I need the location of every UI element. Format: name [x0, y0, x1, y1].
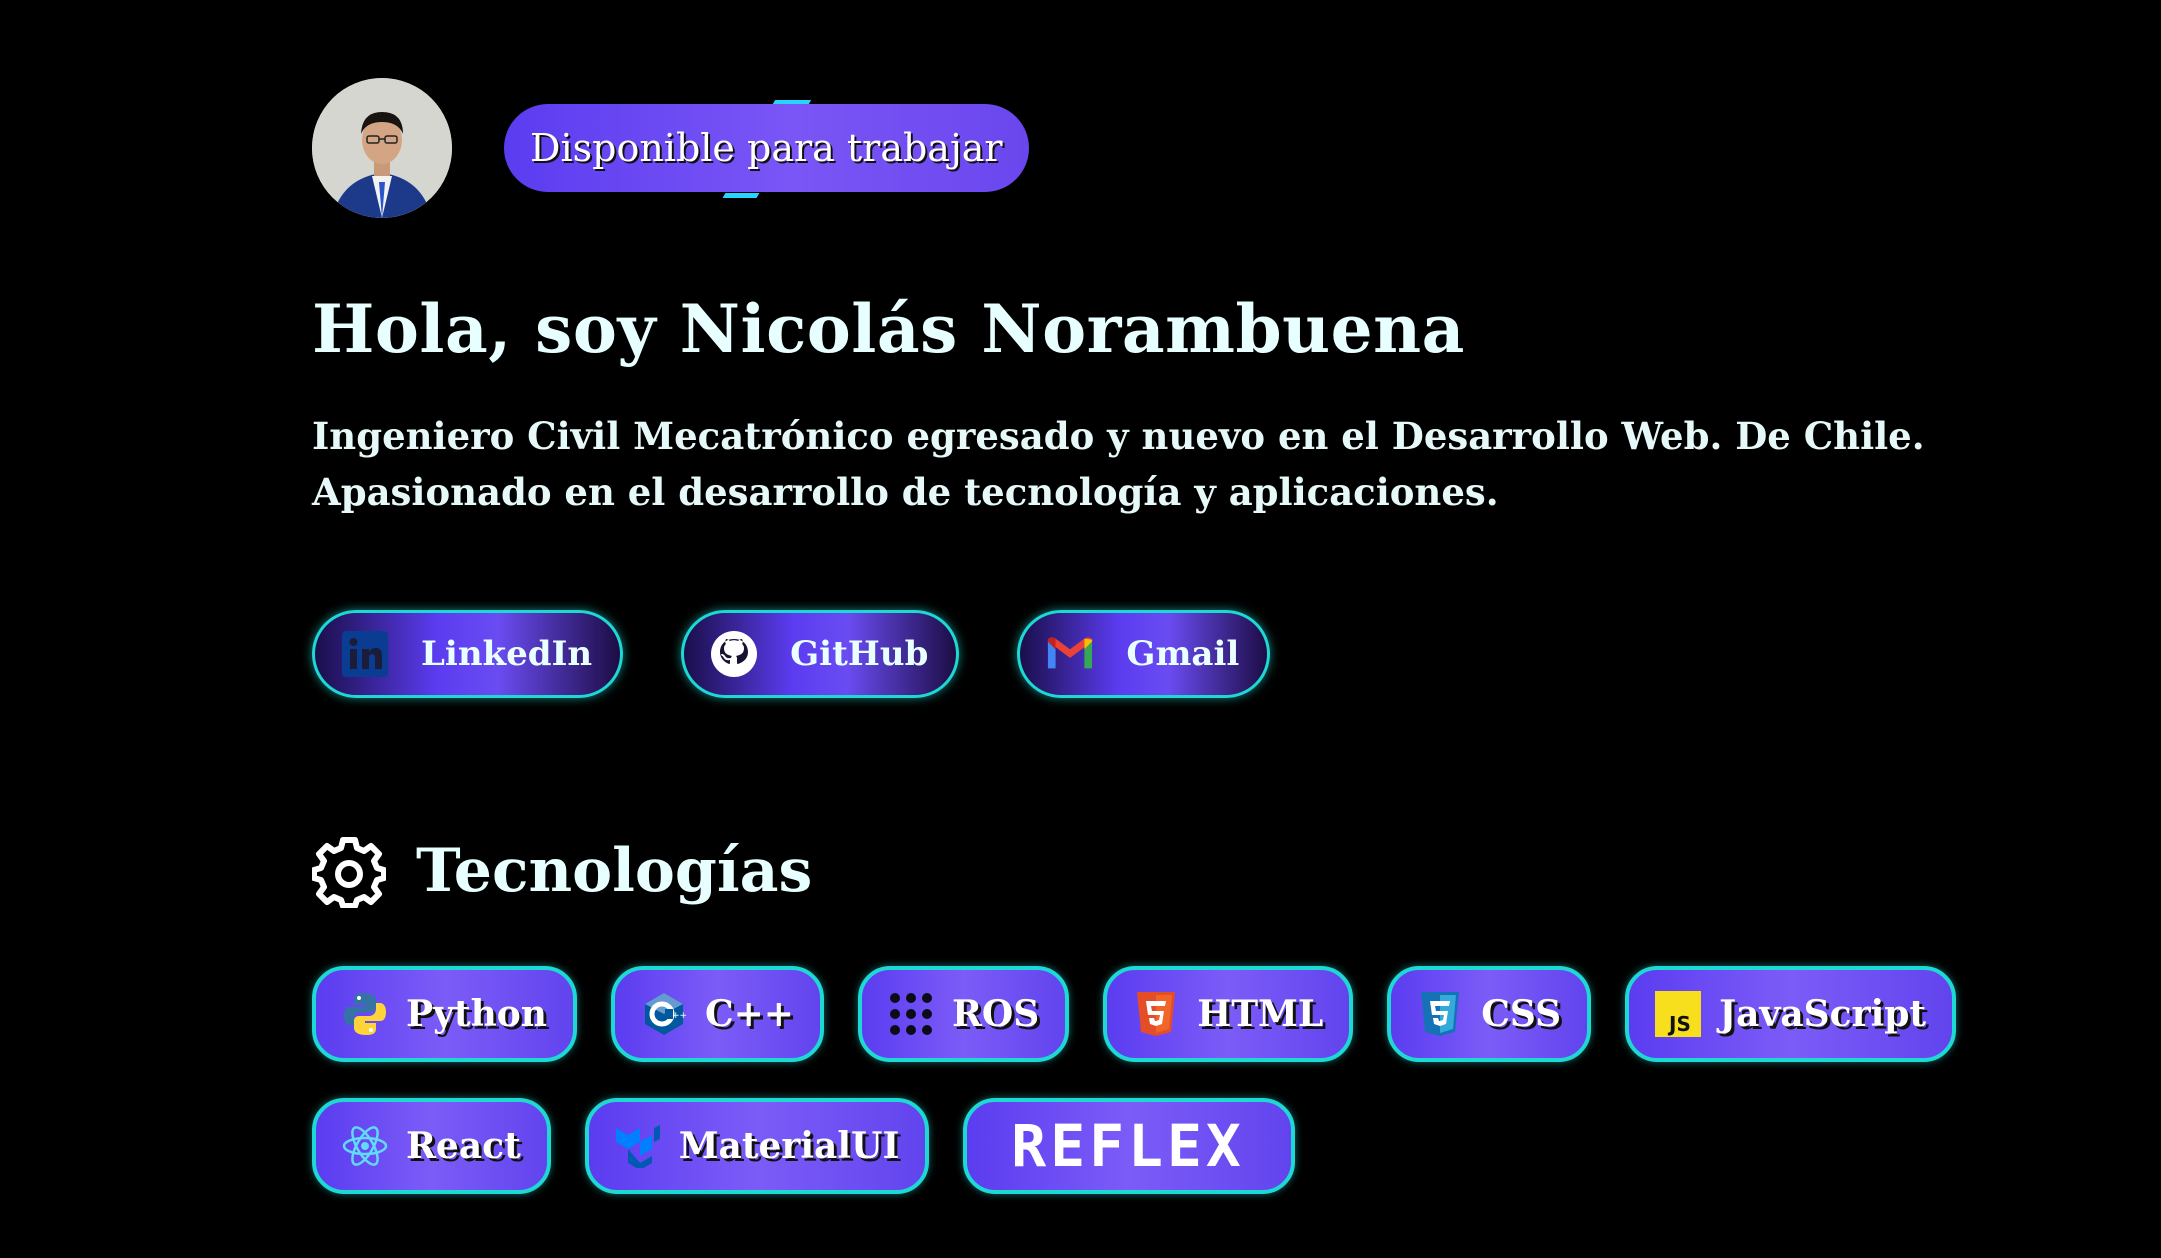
tech-label-html: HTML [1197, 993, 1324, 1035]
css3-icon [1415, 989, 1465, 1039]
badge-decoration-top [772, 100, 812, 104]
tech-label-css: CSS [1481, 993, 1562, 1035]
availability-badge: Disponible para trabajar [504, 104, 1029, 192]
technologies-title: Tecnologías [416, 836, 813, 906]
linkedin-label: LinkedIn [421, 634, 593, 674]
tech-row-2: React MaterialUI REFLEX [312, 1098, 2012, 1194]
github-button[interactable]: GitHub [681, 610, 960, 698]
github-icon [710, 630, 758, 678]
tech-badge-ros: ROS [857, 966, 1070, 1062]
tech-label-javascript: JavaScript [1719, 993, 1927, 1035]
tech-badge-javascript: JS JavaScript [1625, 966, 1957, 1062]
header-row: Disponible para trabajar [312, 78, 2012, 218]
tech-badge-reflex: REFLEX [963, 1098, 1295, 1194]
avatar-image [312, 78, 452, 218]
description-line-2: Apasionado en el desarrollo de tecnologí… [312, 470, 1499, 514]
tech-row-1: Python ++ C++ ROS HTML CSS JS JavaScript [312, 966, 2012, 1062]
svg-text:JS: JS [1667, 1012, 1691, 1036]
description-line-1: Ingeniero Civil Mecatrónico egresado y n… [312, 414, 1925, 458]
gmail-label: Gmail [1126, 634, 1240, 674]
gear-icon [312, 837, 386, 908]
tech-label-materialui: MaterialUI [678, 1125, 900, 1167]
tech-badge-cpp: ++ C++ [610, 966, 824, 1062]
technologies-heading: Tecnologías [312, 834, 2012, 908]
tech-label-ros: ROS [951, 993, 1040, 1035]
gmail-button[interactable]: Gmail [1017, 610, 1271, 698]
profile-description: Ingeniero Civil Mecatrónico egresado y n… [312, 408, 2012, 520]
react-icon [340, 1121, 390, 1171]
tech-badge-css: CSS [1387, 966, 1592, 1062]
ros-icon [886, 989, 936, 1039]
technologies-list: Python ++ C++ ROS HTML CSS JS JavaScript… [312, 966, 2012, 1194]
svg-text:++: ++ [672, 1011, 687, 1021]
tech-label-python: Python [406, 993, 547, 1035]
github-label: GitHub [790, 634, 929, 674]
python-icon [340, 989, 390, 1039]
badge-decoration-bottom [722, 193, 760, 198]
avatar [312, 78, 452, 218]
tech-badge-materialui: MaterialUI [584, 1098, 930, 1194]
tech-badge-python: Python [312, 966, 577, 1062]
availability-badge-wrapper: Disponible para trabajar [504, 100, 1029, 198]
linkedin-icon [341, 630, 389, 678]
cpp-icon: ++ [639, 989, 689, 1039]
javascript-icon: JS [1653, 989, 1703, 1039]
page-title: Hola, soy Nicolás Norambuena [312, 290, 1465, 368]
tech-label-react: React [406, 1125, 521, 1167]
linkedin-button[interactable]: LinkedIn [312, 610, 624, 698]
html5-icon [1131, 989, 1181, 1039]
tech-badge-html: HTML [1103, 966, 1354, 1062]
reflex-logo: REFLEX [1011, 1112, 1245, 1180]
main-content: Disponible para trabajar Hola, soy Nicol… [312, 78, 2012, 1230]
social-links: LinkedIn GitHub Gmail [312, 610, 2012, 698]
tech-label-cpp: C++ [704, 993, 794, 1035]
materialui-icon [613, 1121, 663, 1171]
gmail-icon [1046, 630, 1094, 678]
tech-badge-react: React [312, 1098, 551, 1194]
